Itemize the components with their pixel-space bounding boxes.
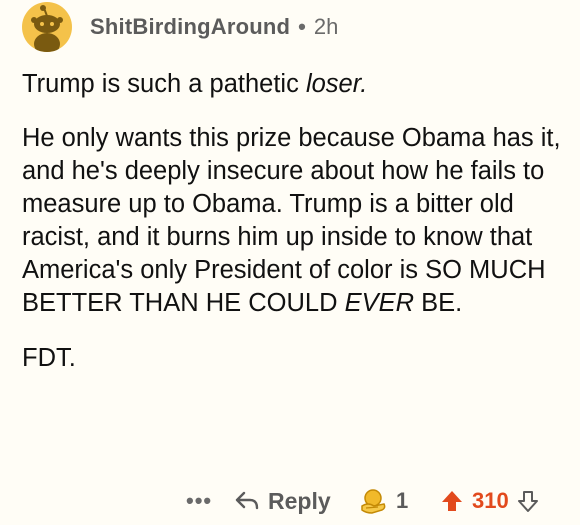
reply-label: Reply (268, 487, 331, 514)
award-hand-icon (361, 489, 386, 514)
vote-score: 310 (472, 488, 509, 513)
paragraph-text: Trump is such a pathetic (22, 70, 306, 98)
emphasis-text: EVER (344, 289, 415, 317)
meta-separator: • (298, 14, 306, 39)
username[interactable]: ShitBirdingAround (90, 14, 290, 40)
comment-body: Trump is such a pathetic loser. He only … (22, 68, 567, 375)
avatar[interactable] (22, 2, 72, 52)
downvote-icon[interactable] (517, 489, 539, 513)
comment-paragraph-2: He only wants this prize because Obama h… (22, 122, 567, 320)
reply-arrow-icon (235, 491, 259, 510)
comment-actions: ••• Reply 1 310 (0, 482, 580, 520)
comment-header: ShitBirdingAround • 2h (22, 2, 570, 52)
timestamp[interactable]: 2h (314, 14, 338, 40)
reply-button[interactable]: Reply (234, 488, 331, 515)
vote-controls: 310 (440, 488, 539, 514)
award-button[interactable]: 1 (358, 486, 408, 516)
comment-paragraph-3: FDT. (22, 344, 76, 372)
award-count: 1 (396, 488, 409, 513)
paragraph-text-end: BE. (414, 289, 463, 317)
paragraph-text: He only wants this prize because Obama h… (22, 124, 561, 317)
more-button[interactable]: ••• (186, 488, 212, 514)
snoo-avatar-icon (31, 5, 63, 52)
emphasis-text: loser. (305, 70, 368, 98)
comment-paragraph-1: Trump is such a pathetic loser. (22, 68, 567, 101)
upvote-icon[interactable] (440, 489, 464, 513)
